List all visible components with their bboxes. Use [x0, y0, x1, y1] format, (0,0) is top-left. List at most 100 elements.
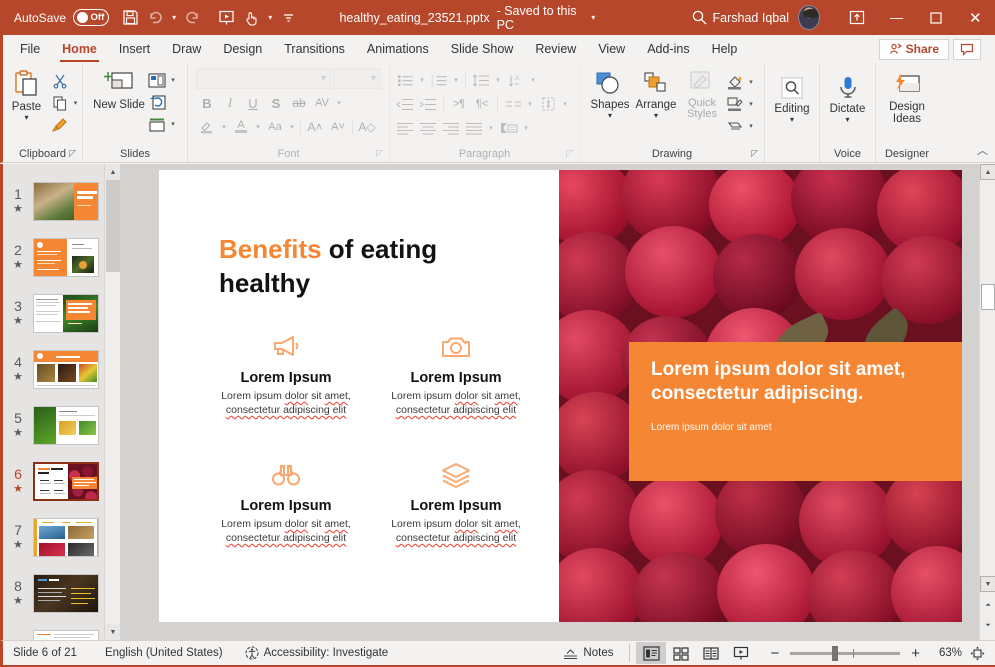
canvas-scrollbar-thumb[interactable] [981, 284, 995, 310]
editing-caret[interactable]: ▾ [790, 115, 794, 124]
section-button[interactable] [146, 113, 168, 135]
increase-font-size-button[interactable]: A˄ [304, 116, 326, 138]
avatar[interactable] [797, 5, 820, 30]
numbering-button[interactable]: 123 [428, 69, 450, 91]
tab-draw[interactable]: Draw [161, 35, 212, 63]
normal-view-button[interactable] [636, 642, 667, 664]
autosave-toggle[interactable]: Off [73, 9, 110, 26]
align-text-caret[interactable]: ▾ [560, 100, 570, 108]
share-button[interactable]: Share [878, 38, 949, 60]
canvas-vertical-scrollbar[interactable]: ▲ ▼ ⏶ ⏷ [979, 164, 995, 640]
feature-item-4[interactable]: Lorem Ipsum Lorem ipsum dolor sit amet, … [371, 458, 541, 545]
shape-effects-button[interactable] [724, 115, 746, 137]
feature-item-3[interactable]: Lorem Ipsum Lorem ipsum dolor sit amet, … [201, 458, 371, 545]
user-name[interactable]: Farshad Iqbal [713, 11, 789, 25]
feature-item-2[interactable]: Lorem Ipsum Lorem ipsum dolor sit amet, … [371, 330, 541, 417]
thumbnail-preview-3[interactable] [33, 293, 99, 333]
copy-button[interactable] [49, 92, 71, 114]
arrange-button[interactable]: Arrange ▾ [632, 68, 680, 120]
tab-view[interactable]: View [587, 35, 636, 63]
justify-caret[interactable]: ▾ [486, 124, 496, 132]
font-color-button[interactable]: A [230, 116, 252, 138]
align-center-button[interactable] [417, 117, 439, 139]
convert-to-smartart-button[interactable] [498, 117, 520, 139]
tab-animations[interactable]: Animations [356, 35, 440, 63]
comment-button[interactable] [953, 38, 981, 60]
font-color-caret[interactable]: ▾ [253, 123, 263, 131]
thumbnail-slide-8[interactable]: 8 ★ [3, 565, 107, 621]
layout-dropdown-caret[interactable]: ▾ [168, 76, 178, 84]
canvas-scroll-up-button[interactable]: ▲ [980, 164, 995, 180]
zoom-in-button[interactable]: + [907, 645, 926, 662]
slide-title[interactable]: Benefits of eating healthy [219, 232, 519, 300]
layout-button[interactable] [146, 69, 168, 91]
tab-design[interactable]: Design [212, 35, 273, 63]
drawing-dialog-launcher[interactable]: ◸ [751, 145, 758, 161]
feature-item-1[interactable]: Lorem Ipsum Lorem ipsum dolor sit amet, … [201, 330, 371, 417]
zoom-slider[interactable] [790, 645, 901, 661]
shape-fill-button[interactable] [724, 71, 746, 93]
justify-button[interactable] [463, 117, 485, 139]
font-name-combo[interactable]: ▾ [196, 68, 331, 89]
rtl-text-button[interactable]: ¶< [471, 93, 493, 115]
redo-icon[interactable] [180, 5, 206, 31]
thumbnail-preview-1[interactable] [33, 181, 99, 221]
change-case-button[interactable]: Aa [264, 116, 286, 138]
thumbnail-preview-6[interactable] [33, 461, 99, 501]
zoom-out-button[interactable]: − [756, 645, 783, 662]
align-text-button[interactable] [537, 93, 559, 115]
line-spacing-button[interactable] [470, 69, 492, 91]
bold-button[interactable]: B [196, 92, 218, 114]
align-left-button[interactable] [394, 117, 416, 139]
clipboard-dialog-launcher[interactable]: ◸ [69, 145, 76, 161]
text-shadow-button[interactable]: S [265, 92, 287, 114]
increase-indent-button[interactable] [417, 93, 439, 115]
maximize-button[interactable] [916, 0, 955, 35]
font-size-combo[interactable]: ▾ [333, 68, 381, 89]
fit-slide-to-window-button[interactable] [962, 646, 995, 661]
thumbnail-slide-5[interactable]: 5 ★ [3, 397, 107, 453]
quick-styles-button[interactable]: Quick Styles [680, 68, 724, 120]
thumbnail-preview-7[interactable] [33, 517, 99, 557]
text-direction-button[interactable]: A [505, 69, 527, 91]
shape-effects-caret[interactable]: ▾ [746, 122, 756, 130]
save-icon[interactable] [117, 5, 143, 31]
shapes-button[interactable]: Shapes ▾ [588, 68, 632, 120]
decrease-indent-button[interactable] [394, 93, 416, 115]
line-spacing-caret[interactable]: ▾ [493, 76, 503, 84]
arrange-caret[interactable]: ▾ [654, 111, 658, 120]
tab-insert[interactable]: Insert [108, 35, 161, 63]
thumbnail-preview-5[interactable] [33, 405, 99, 445]
zoom-slider-handle[interactable] [832, 645, 839, 661]
dictate-caret[interactable]: ▾ [845, 115, 849, 124]
thumbnail-slide-2[interactable]: 2 ★ [3, 229, 107, 285]
customize-quick-access-icon[interactable] [276, 5, 302, 31]
accessibility-status[interactable]: Accessibility: Investigate [233, 646, 399, 660]
bullets-caret[interactable]: ▾ [417, 76, 427, 84]
underline-button[interactable]: U [242, 92, 264, 114]
callout-box[interactable]: Lorem ipsum dolor sit amet, consectetur … [629, 342, 962, 481]
strikethrough-button[interactable]: ab [288, 92, 310, 114]
italic-button[interactable]: I [219, 92, 241, 114]
thumbnail-preview-9[interactable] [33, 629, 99, 640]
thumbnail-scrollbar-thumb[interactable] [106, 180, 120, 272]
thumbnail-scrollbar[interactable]: ▲ ▼ [104, 164, 120, 640]
bullets-button[interactable] [394, 69, 416, 91]
thumbnail-slide-6[interactable]: 6 ★ [3, 453, 107, 509]
copy-dropdown-caret[interactable]: ▾ [71, 99, 81, 107]
font-dialog-launcher[interactable]: ◸ [376, 145, 383, 161]
ribbon-display-options-icon[interactable] [838, 0, 877, 35]
collapse-ribbon-button[interactable]: ︿ [977, 142, 988, 158]
previous-slide-button[interactable]: ⏶ [980, 598, 995, 614]
notes-button[interactable]: Notes [553, 647, 623, 660]
cut-button[interactable] [49, 70, 71, 92]
slide-counter[interactable]: Slide 6 of 21 [3, 647, 87, 659]
decrease-font-size-button[interactable]: A˅ [327, 116, 349, 138]
touch-mode-caret[interactable]: ▾ [265, 13, 276, 22]
thumbnail-scroll-up-button[interactable]: ▲ [105, 164, 120, 180]
dictate-button[interactable]: Dictate ▾ [824, 72, 872, 124]
paste-dropdown-caret[interactable]: ▾ [24, 113, 28, 122]
highlight-color-caret[interactable]: ▾ [219, 123, 229, 131]
text-highlight-color-button[interactable] [196, 116, 218, 138]
character-spacing-button[interactable]: AV [311, 92, 333, 114]
